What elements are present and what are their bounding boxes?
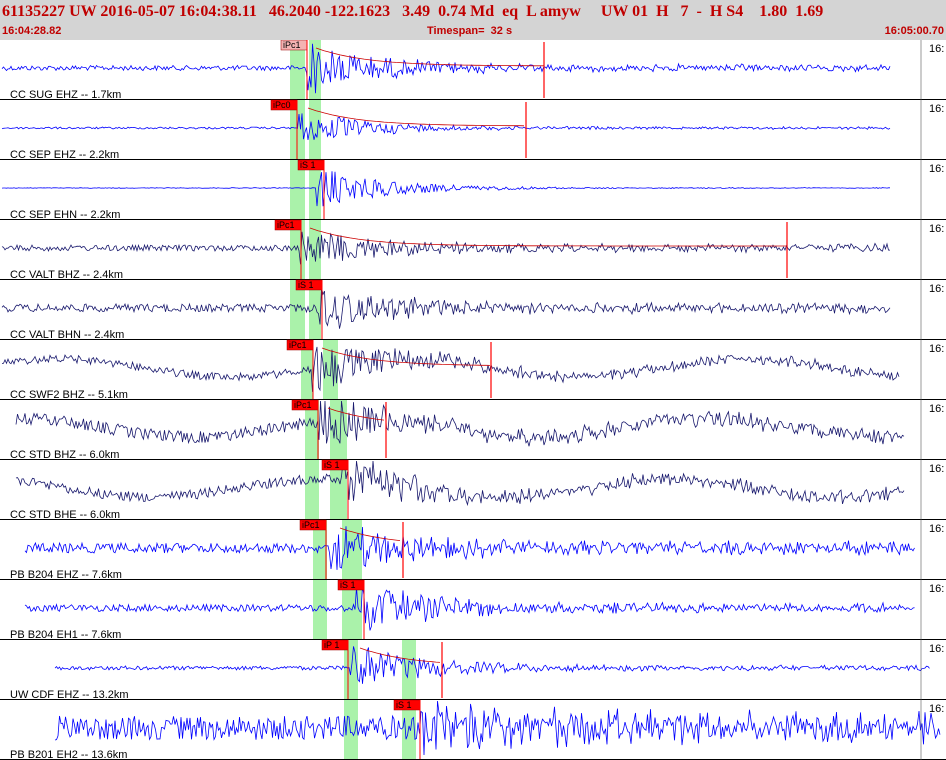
end-time-label: 16:05:00.70	[884, 25, 944, 37]
panel-time-tick: 16:	[929, 343, 944, 355]
waveform-trace	[1, 287, 891, 329]
phase-pick-label: iPc1	[302, 520, 320, 530]
seismogram-panel[interactable]: iPc1PB B204 EHZ -- 7.6km16:	[0, 519, 946, 581]
seismogram-panel[interactable]: iP 1UW CDF EHZ -- 13.2km16:	[0, 639, 946, 701]
waveform-trace	[24, 526, 915, 570]
waveform-trace	[15, 400, 905, 447]
panel-time-tick: 16:	[929, 523, 944, 535]
seismogram-panel[interactable]: iPc1CC SUG EHZ -- 1.7km16:	[0, 40, 946, 101]
waveform-trace	[1, 43, 891, 94]
seismogram-panel[interactable]: iS 1PB B204 EH1 -- 7.6km16:	[0, 579, 946, 641]
waveform-trace	[54, 646, 930, 684]
panel-time-tick: 16:	[929, 223, 944, 235]
seismogram-panel[interactable]: iPc1CC STD BHZ -- 6.0km16:	[0, 399, 946, 461]
panel-time-tick: 16:	[929, 463, 944, 475]
start-time-label: 16:04:28.82	[2, 25, 62, 37]
panel-time-tick: 16:	[929, 103, 944, 115]
seismogram-panel[interactable]: iS 1CC STD BHE -- 6.0km16:	[0, 459, 946, 521]
phase-pick-label: iPc1	[277, 220, 295, 230]
seismogram-panel[interactable]: iPc0CC SEP EHZ -- 2.2km16:	[0, 99, 946, 161]
coda-envelope	[307, 107, 525, 127]
phase-pick-label: iPc1	[289, 340, 307, 350]
panel-time-tick: 16:	[929, 703, 944, 715]
pick-window	[402, 640, 416, 700]
seismogram-panel[interactable]: iPc1CC VALT BHZ -- 2.4km16:	[0, 219, 946, 281]
event-summary-line: 61135227 UW 2016-05-07 16:04:38.11 46.20…	[2, 3, 824, 20]
phase-pick-label: iS 1	[298, 280, 314, 290]
phase-pick-label: iS 1	[300, 160, 316, 170]
seismogram-panel[interactable]: iS 1 PB B201 EH2 -- 13.6km 16:	[0, 699, 946, 760]
waveform-trace	[54, 700, 941, 756]
waveform-trace	[1, 231, 890, 265]
panel-time-tick: 16:	[929, 163, 944, 175]
phase-pick-label: iP 1	[324, 640, 339, 650]
waveform-trace	[15, 460, 905, 507]
phase-pick-label: iPc1	[283, 40, 301, 50]
coda-envelope	[309, 227, 786, 247]
panel-time-tick: 16:	[929, 643, 944, 655]
seismogram-panel[interactable]: iS 1CC VALT BHN -- 2.4km16:	[0, 279, 946, 341]
phase-pick-label: iS 1	[396, 700, 412, 710]
panel-time-tick: 16:	[929, 403, 944, 415]
pick-window	[305, 460, 319, 520]
seismogram-panel[interactable]: iPc1CC SWF2 BHZ -- 5.1km16:	[0, 339, 946, 401]
phase-pick-label: iPc0	[273, 100, 291, 110]
event-header: 61135227 UW 2016-05-07 16:04:38.11 46.20…	[0, 0, 946, 40]
waveform-trace	[24, 586, 915, 631]
waveform-trace	[1, 346, 900, 392]
panel-time-tick: 16:	[929, 43, 944, 55]
waveform-trace	[1, 113, 891, 140]
seismogram-panel[interactable]: iS 1CC SEP EHN -- 2.2km16:	[0, 159, 946, 221]
seismogram-panels[interactable]: iPc1CC SUG EHZ -- 1.7km16:iPc0CC SEP EHZ…	[0, 40, 946, 760]
phase-pick-label: iS 1	[340, 580, 356, 590]
phase-pick-label: iS 1	[324, 460, 340, 470]
panel-time-tick: 16:	[929, 583, 944, 595]
channel-label: PB B201 EH2 -- 13.6km	[10, 749, 127, 760]
panel-time-tick: 16:	[929, 283, 944, 295]
waveform-trace	[1, 171, 890, 207]
phase-pick-label: iPc1	[294, 400, 312, 410]
timespan-label: Timespan= 32 s	[427, 25, 513, 37]
